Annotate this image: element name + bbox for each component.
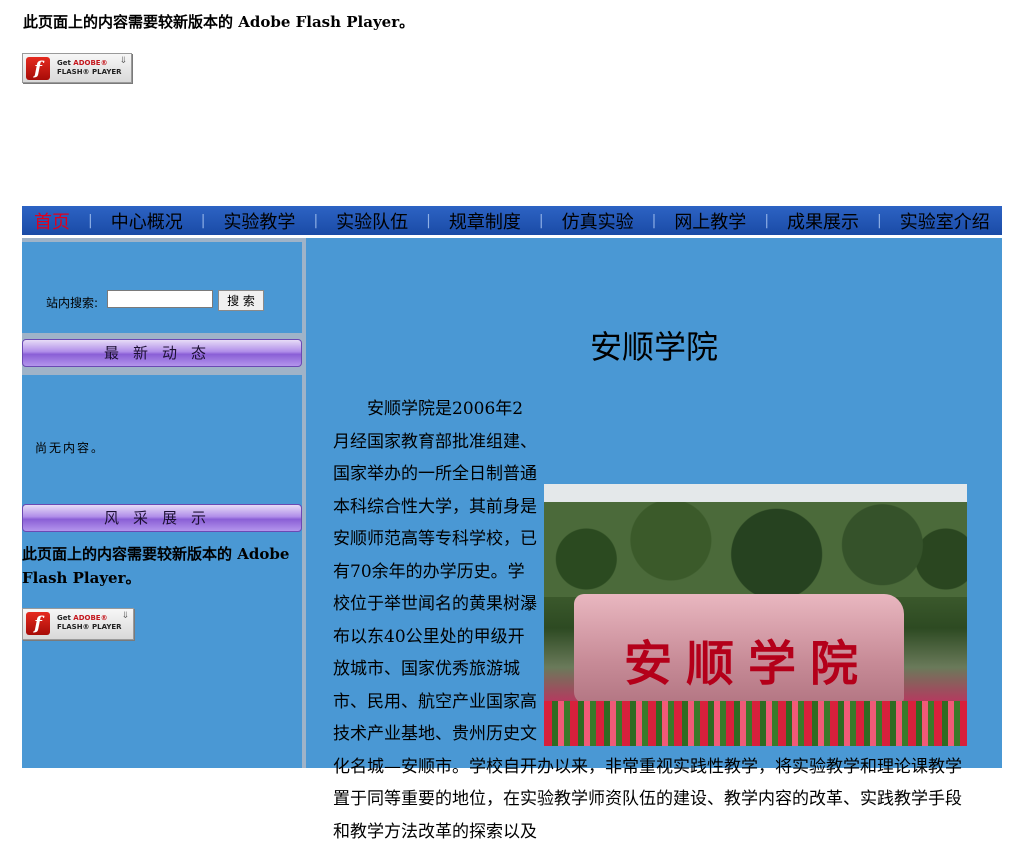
nav-item-experiment-team[interactable]: 实验队伍 bbox=[336, 208, 408, 234]
get-flash-player-button[interactable]: f Get ADOBE® FLASH® PLAYER ⇓ bbox=[22, 53, 132, 83]
nav-item-home[interactable]: 首页 bbox=[34, 208, 70, 234]
campus-stone-photo: 安顺学院 bbox=[544, 484, 967, 746]
gallery-banner: 风采展示 bbox=[22, 504, 302, 532]
search-panel: 站内搜索: 搜 索 bbox=[22, 242, 302, 333]
page-title: 安顺学院 bbox=[589, 328, 718, 366]
nav-separator: | bbox=[877, 212, 882, 229]
photo-stone-inscription: 安顺学院 bbox=[624, 636, 873, 692]
flash-brand-label: ADOBE® bbox=[73, 614, 108, 622]
intro-text-block: 安顺学院 安顺学院是2006年2月经国家教育部批准组建、国家举办的一所全日制普通… bbox=[333, 393, 967, 848]
flash-get-label: Get bbox=[57, 614, 71, 622]
flash-player-label: FLASH® PLAYER bbox=[57, 68, 122, 76]
nav-separator: | bbox=[200, 212, 206, 229]
flash-logo-icon: f bbox=[26, 612, 50, 635]
nav-item-experiment-teaching[interactable]: 实验教学 bbox=[223, 208, 295, 234]
nav-item-lab-intro[interactable]: 实验室介绍 bbox=[900, 208, 990, 234]
nav-item-center-overview[interactable]: 中心概况 bbox=[111, 208, 183, 234]
nav-item-regulations[interactable]: 规章制度 bbox=[449, 208, 521, 234]
nav-separator: | bbox=[426, 212, 431, 229]
nav-separator: | bbox=[313, 212, 319, 229]
flash-get-label: Get bbox=[57, 59, 71, 67]
search-button[interactable]: 搜 索 bbox=[218, 290, 264, 311]
nav-separator: | bbox=[764, 212, 770, 229]
flash-logo-icon: f bbox=[26, 57, 50, 80]
gallery-flash-notice: 此页面上的内容需要较新版本的 Adobe Flash Player。 bbox=[22, 545, 290, 587]
main-nav: 首页 | 中心概况 | 实验教学 | 实验队伍 | 规章制度 | 仿真实验 | … bbox=[22, 206, 1002, 235]
main-content: 安顺学院 安顺学院 安顺学院是2006年2月经国家教育部批准组建、国家举办的一所… bbox=[306, 238, 1002, 842]
flash-notice: 此页面上的内容需要较新版本的 Adobe Flash Player。 bbox=[23, 13, 415, 31]
nav-separator: | bbox=[538, 212, 544, 229]
download-arrow-icon: ⇓ bbox=[119, 56, 127, 66]
flash-player-label: FLASH® PLAYER bbox=[57, 623, 122, 631]
nav-separator: | bbox=[88, 212, 93, 229]
nav-separator: | bbox=[651, 212, 657, 229]
nav-item-achievements[interactable]: 成果展示 bbox=[787, 208, 859, 234]
news-banner: 最新动态 bbox=[22, 339, 302, 367]
search-input[interactable] bbox=[107, 290, 213, 308]
nav-item-simulation[interactable]: 仿真实验 bbox=[562, 208, 634, 234]
gallery-get-flash-player-button[interactable]: f Get ADOBE® FLASH® PLAYER ⇓ bbox=[22, 608, 134, 640]
download-arrow-icon: ⇓ bbox=[121, 611, 129, 621]
nav-item-online-teaching[interactable]: 网上教学 bbox=[674, 208, 746, 234]
flash-brand-label: ADOBE® bbox=[73, 59, 108, 67]
sidebar: 站内搜索: 搜 索 最新动态 尚无内容。 风采展示 此页面上的内容需要较新版本的… bbox=[22, 238, 306, 768]
news-empty-text: 尚无内容。 bbox=[35, 441, 106, 455]
search-label: 站内搜索: bbox=[46, 296, 99, 310]
